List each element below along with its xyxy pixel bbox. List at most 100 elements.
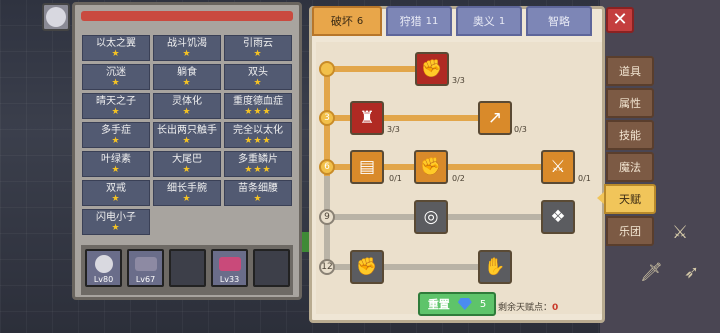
tab-hunting[interactable]: 狩猎 11: [386, 6, 452, 36]
trait-card[interactable]: 完全以太化 ★★★: [224, 122, 292, 148]
tab-arcane[interactable]: 奥义 1: [456, 6, 522, 36]
trait-name: 闪电小子: [96, 211, 136, 223]
panel-header-bar: [81, 11, 293, 21]
remaining-value: 0: [552, 303, 559, 313]
tier-marker-3: 3: [319, 110, 335, 126]
party-slot-2[interactable]: Lv67: [127, 249, 164, 287]
crossed-swords-icon[interactable]: ⚔: [672, 222, 688, 243]
trait-name: 叶绿素: [101, 153, 131, 165]
talent-tabs: 破坏 6 狩猎 11 奥义 1 智略: [312, 6, 602, 36]
party-slot-5[interactable]: [253, 249, 290, 287]
trait-card[interactable]: 躺食 ★: [153, 64, 221, 90]
trait-name: 多重鳞片: [238, 153, 278, 165]
tier-marker-9: 9: [319, 209, 335, 225]
tier-marker-12: 12: [319, 259, 335, 275]
trait-card[interactable]: 重度德血症 ★★★: [224, 93, 292, 119]
trait-card[interactable]: 以太之翼 ★: [82, 35, 150, 61]
side-tab-talent[interactable]: 天赋: [604, 184, 656, 214]
talent-node-slash[interactable]: ⚔: [541, 150, 575, 184]
remaining-points: 剩余天赋点：0: [498, 300, 558, 313]
talent-node-locked[interactable]: ◎: [414, 200, 448, 234]
trait-stars: ★: [182, 106, 192, 117]
side-tab-band[interactable]: 乐团: [606, 216, 654, 246]
trait-name: 双戒: [106, 182, 126, 194]
close-button[interactable]: ✕: [606, 7, 634, 33]
tab-label: 破坏: [330, 15, 353, 28]
trait-name: 多手症: [101, 124, 131, 136]
node-count: 0/1: [578, 174, 591, 183]
trait-stars: ★: [182, 193, 192, 204]
trait-stars: ★★★: [244, 106, 272, 117]
trait-stars: ★: [111, 193, 121, 204]
trait-card[interactable]: 闪电小子 ★: [82, 209, 150, 235]
trait-stars: ★: [111, 222, 121, 233]
trait-stars: ★: [111, 48, 121, 59]
sword-icon[interactable]: 🗡: [640, 262, 663, 283]
trait-card[interactable]: 苗条细腰 ★: [224, 180, 292, 206]
node-count: 0/3: [514, 125, 527, 134]
wings-icon: ❖: [550, 206, 566, 227]
trait-stars: ★★★: [244, 135, 272, 146]
talent-node-locked[interactable]: ✋: [478, 250, 512, 284]
handshake-icon: ✊: [421, 58, 443, 79]
trait-name: 完全以太化: [233, 124, 283, 136]
tab-label: 智略: [548, 15, 570, 28]
trait-card[interactable]: 战斗饥渴 ★: [153, 35, 221, 61]
trait-card[interactable]: 引雨云 ★: [224, 35, 292, 61]
trait-name: 躺食: [177, 66, 197, 78]
scroll-icon: ▤: [358, 156, 376, 177]
trait-card[interactable]: 沉迷 ★: [82, 64, 150, 90]
bow-icon[interactable]: ➶: [684, 262, 699, 283]
trait-stars: ★: [111, 164, 121, 175]
trait-stars: ★: [182, 135, 192, 146]
talent-node-muscle[interactable]: ♜: [350, 101, 384, 135]
branch-line: [324, 66, 420, 72]
trait-card[interactable]: 多重鳞片 ★★★: [224, 151, 292, 177]
trait-name: 大尾巴: [172, 153, 202, 165]
party-level: Lv33: [219, 275, 240, 284]
branch-line: [324, 264, 488, 270]
reset-button[interactable]: 重置 5: [418, 292, 496, 316]
tab-strategy[interactable]: 智略: [526, 6, 592, 36]
trait-card[interactable]: 灵体化 ★: [153, 93, 221, 119]
talent-node-scroll[interactable]: ▤: [350, 150, 384, 184]
trait-name: 沉迷: [106, 66, 126, 78]
trait-stars: ★: [253, 193, 263, 204]
talent-node-locked[interactable]: ❖: [541, 200, 575, 234]
trait-stars: ★: [182, 77, 192, 88]
fist-icon: ✊: [356, 256, 378, 277]
talent-node-punch[interactable]: ✊: [414, 150, 448, 184]
trait-name: 重度德血症: [233, 95, 283, 107]
pet-portrait: [219, 257, 241, 271]
trait-card[interactable]: 双头 ★: [224, 64, 292, 90]
active-tab-arrow: [597, 192, 604, 204]
tab-count: 11: [425, 15, 439, 27]
party-bar: Lv80 Lv67 Lv33: [81, 245, 293, 295]
side-tab-skills[interactable]: 技能: [606, 120, 654, 150]
trait-card[interactable]: 细长手腕 ★: [153, 180, 221, 206]
side-tab-magic[interactable]: 魔法: [606, 152, 654, 182]
trait-card[interactable]: 长出两只触手 ★: [153, 122, 221, 148]
trait-card[interactable]: 晴天之子 ★: [82, 93, 150, 119]
party-slot-4[interactable]: Lv33: [211, 249, 248, 287]
remaining-label: 剩余天赋点：: [498, 303, 553, 313]
side-tab-items[interactable]: 道具: [606, 56, 654, 86]
tab-destruction[interactable]: 破坏 6: [312, 6, 382, 36]
gauntlet-icon: ✋: [484, 256, 506, 277]
tab-label: 狩猎: [399, 15, 422, 28]
trait-card[interactable]: 叶绿素 ★: [82, 151, 150, 177]
trait-card[interactable]: 双戒 ★: [82, 180, 150, 206]
talent-node-sword[interactable]: ↗: [478, 101, 512, 135]
trait-card[interactable]: 多手症 ★: [82, 122, 150, 148]
character-portrait: [95, 255, 113, 273]
trait-name: 晴天之子: [96, 95, 136, 107]
sword-swing-icon: ↗: [487, 107, 503, 128]
trait-name: 引雨云: [243, 37, 273, 49]
talent-node-handshake[interactable]: ✊: [415, 52, 449, 86]
talent-node-locked[interactable]: ✊: [350, 250, 384, 284]
side-tab-attributes[interactable]: 属性: [606, 88, 654, 118]
party-slot-1[interactable]: Lv80: [85, 249, 122, 287]
trait-card[interactable]: 大尾巴 ★: [153, 151, 221, 177]
party-slot-3[interactable]: [169, 249, 206, 287]
reset-label: 重置: [427, 298, 450, 311]
